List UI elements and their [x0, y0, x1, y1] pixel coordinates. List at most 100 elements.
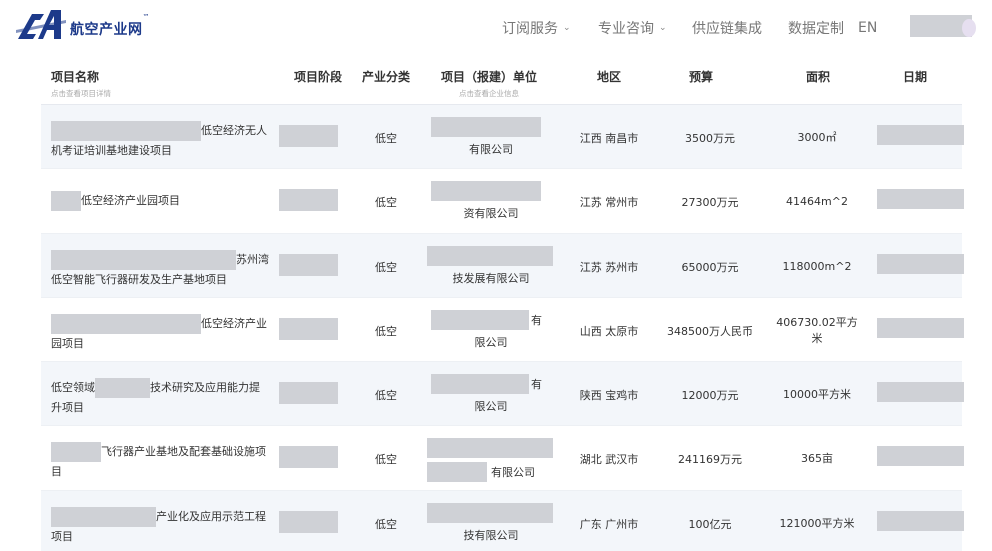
logo-mark-icon [16, 10, 66, 39]
project-name-part: 机考证培训基地建设项目 [51, 144, 172, 157]
column-name-label: 项目名称 [51, 70, 100, 84]
project-name-link[interactable]: 苏州湾 低空智能飞行器研发及生产基地项目 [51, 249, 273, 290]
project-area: 121000平方米 [779, 516, 855, 530]
redacted-text [51, 121, 201, 141]
table-row[interactable]: 飞行器产业基地及配套基础设施项 目 低空 有限公司 湖北 武汉市 241169万… [41, 426, 964, 491]
chevron-down-icon: ⌄ [563, 23, 571, 33]
nav-subscription[interactable]: 订阅服务 ⌄ [502, 18, 598, 38]
project-category: 低空 [375, 132, 397, 145]
project-unit-text: 限公司 [474, 335, 508, 349]
nav-supply-chain[interactable]: 供应链集成 [692, 18, 788, 38]
redacted-text [51, 191, 81, 212]
project-name-part: 低空智能飞行器研发及生产基地项目 [51, 272, 227, 286]
project-category: 低空 [375, 517, 397, 531]
project-date-redacted [877, 317, 964, 338]
column-header-date: 日期 [902, 70, 927, 84]
redacted-text [431, 374, 529, 395]
project-region: 江苏 苏州市 [579, 260, 639, 274]
project-region: 江苏 常州市 [579, 196, 639, 210]
project-region: 江西 南昌市 [579, 132, 639, 145]
project-unit-link[interactable]: 有限公司 [427, 117, 555, 159]
project-unit-link[interactable]: 有限公司 [427, 438, 555, 483]
project-budget: 3500万元 [685, 132, 735, 145]
project-category: 低空 [375, 453, 397, 467]
project-stage-redacted [279, 253, 338, 276]
project-category: 低空 [375, 260, 397, 274]
column-header-budget: 预算 [688, 70, 713, 84]
project-name-part: 升项目 [51, 401, 84, 415]
nav-consulting[interactable]: 专业咨询 ⌄ [598, 18, 692, 38]
redacted-text [431, 117, 541, 137]
table-row[interactable]: 低空经济无人 机考证培训基地建设项目 低空 有限公司 江西 南昌市 3500万元… [41, 105, 964, 170]
project-unit-link[interactable]: 有 限公司 [427, 374, 555, 416]
project-region: 山西 太原市 [579, 324, 639, 338]
project-area: 118000m^2 [782, 259, 852, 273]
avatar[interactable] [962, 19, 976, 37]
project-name-link[interactable]: 产业化及应用示范工程 项目 [51, 506, 273, 547]
project-unit-link[interactable]: 资有限公司 [427, 181, 555, 223]
table-row[interactable]: 苏州湾 低空智能飞行器研发及生产基地项目 低空 技发展有限公司 江苏 苏州市 6… [41, 233, 964, 298]
redacted-text [427, 245, 553, 266]
logo-text: 航空产业网 [70, 22, 143, 38]
project-budget: 27300万元 [681, 196, 739, 210]
project-unit-link[interactable]: 技发展有限公司 [427, 245, 555, 288]
project-category: 低空 [375, 324, 397, 338]
project-name-part: 项目 [51, 529, 73, 543]
project-name-link[interactable]: 飞行器产业基地及配套基础设施项 目 [51, 442, 273, 482]
column-header-name: 项目名称 点击查看项目详情 [51, 68, 111, 99]
column-name-hint: 点击查看项目详情 [51, 89, 111, 98]
column-header-category: 产业分类 [361, 70, 410, 84]
project-stage-redacted [279, 125, 338, 147]
nav-language-label: EN [858, 20, 878, 36]
project-area: 41464m^2 [786, 195, 848, 209]
project-category: 低空 [375, 389, 397, 403]
column-header-stage: 项目阶段 [293, 70, 342, 84]
site-logo[interactable]: 航空产业网 ™ [14, 5, 150, 45]
main-nav: 订阅服务 ⌄ 专业咨询 ⌄ 供应链集成 数据定制 EN [502, 18, 896, 38]
project-category: 低空 [375, 196, 397, 210]
table-row[interactable]: 产业化及应用示范工程 项目 低空 技有限公司 广东 广州市 100亿元 1210… [41, 490, 964, 551]
project-name-link[interactable]: 低空经济产业园项目 [51, 191, 273, 212]
table-row[interactable]: 低空领域 技术研究及应用能力提 升项目 低空 有 限公司 陕西 宝鸡市 12000… [41, 362, 964, 427]
redacted-text [51, 442, 101, 463]
column-header-unit: 项目（报建）单位 点击查看企业信息 [439, 68, 539, 99]
project-date-redacted [877, 253, 964, 274]
project-name-link[interactable]: 低空经济产业 园项目 [51, 313, 273, 354]
project-unit-link[interactable]: 有 限公司 [427, 309, 555, 352]
project-name-part: 低空经济产业 [201, 316, 267, 330]
project-region: 湖北 武汉市 [579, 453, 639, 467]
project-area: 365亩 [801, 452, 833, 466]
project-budget: 100亿元 [688, 517, 732, 531]
project-unit-text: 技有限公司 [463, 528, 519, 542]
project-name-part: 低空经济无人 [201, 124, 267, 137]
table-row[interactable]: 低空经济产业园项目 低空 资有限公司 江苏 常州市 27300万元 41464m… [41, 169, 964, 234]
nav-subscription-label: 订阅服务 [502, 21, 558, 37]
column-unit-label: 项目（报建）单位 [440, 70, 537, 84]
project-unit-text: 限公司 [474, 400, 508, 414]
nav-data-custom[interactable]: 数据定制 [788, 18, 858, 38]
project-stage-redacted [279, 189, 338, 212]
project-name-part: 产业化及应用示范工程 [156, 509, 266, 523]
redacted-text [427, 502, 553, 523]
nav-data-custom-label: 数据定制 [788, 21, 844, 37]
project-date-redacted [877, 189, 964, 210]
project-date-redacted [877, 125, 964, 145]
top-header: 航空产业网 ™ 订阅服务 ⌄ 专业咨询 ⌄ 供应链集成 数据定制 EN [0, 0, 992, 58]
nav-supply-chain-label: 供应链集成 [692, 21, 762, 37]
project-name-part: 园项目 [51, 336, 84, 350]
project-area: 406730.02平方米 [776, 315, 858, 345]
project-name-link[interactable]: 低空领域 技术研究及应用能力提 升项目 [51, 378, 273, 418]
table-row[interactable]: 低空经济产业 园项目 低空 有 限公司 山西 太原市 348500万人民币 40… [41, 298, 964, 363]
column-header-area: 面积 [805, 70, 830, 84]
project-name-part: 目 [51, 465, 62, 479]
project-stage-redacted [279, 317, 338, 340]
project-unit-text: 有限公司 [469, 143, 513, 156]
project-name-link[interactable]: 低空经济无人 机考证培训基地建设项目 [51, 121, 273, 161]
project-unit-link[interactable]: 技有限公司 [427, 502, 555, 545]
redacted-text [427, 438, 553, 459]
redacted-text [51, 506, 156, 527]
project-name-part: 低空经济产业园项目 [81, 194, 180, 208]
nav-language-en[interactable]: EN [858, 20, 896, 36]
project-budget: 241169万元 [678, 453, 742, 467]
project-area: 3000㎡ [797, 131, 837, 144]
